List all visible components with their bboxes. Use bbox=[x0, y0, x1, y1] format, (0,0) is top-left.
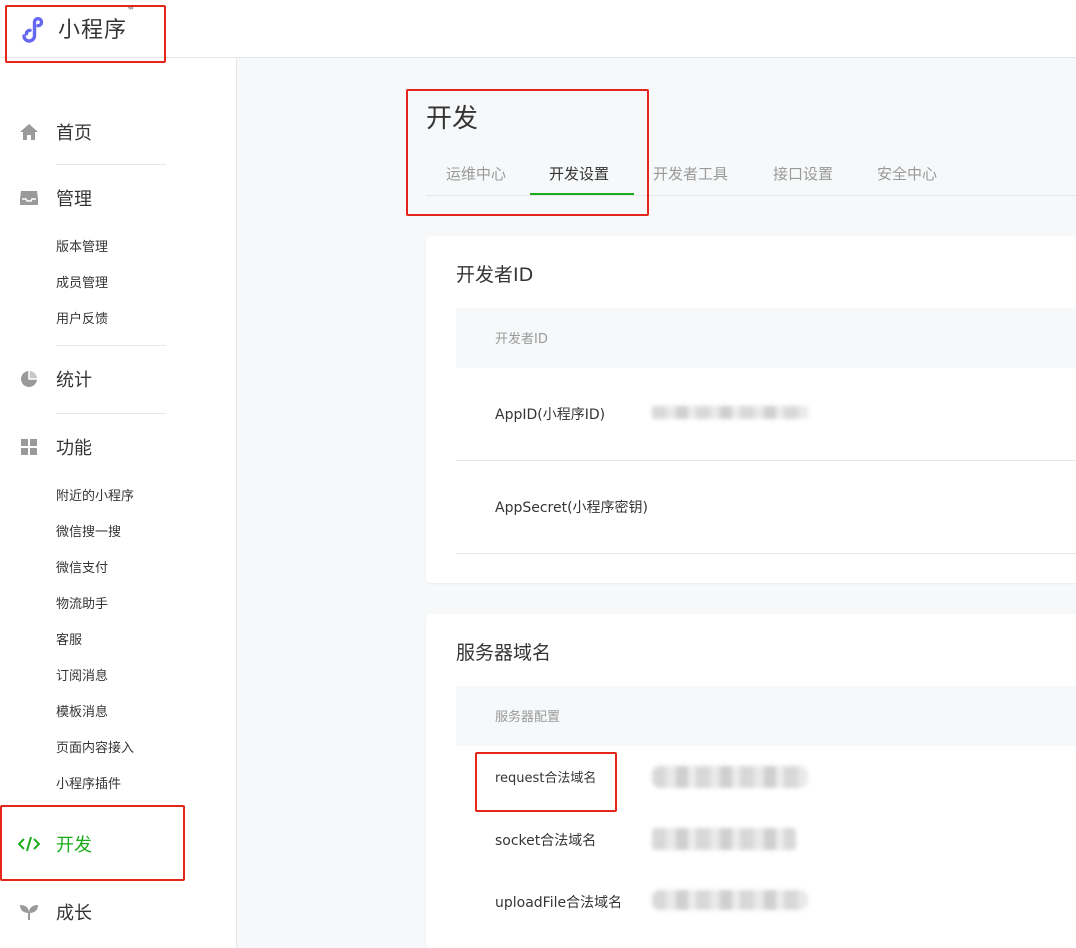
request-domain-label: request合法域名 bbox=[495, 771, 597, 786]
mini-program-logo-icon bbox=[22, 16, 44, 43]
sidebar-item-page-content[interactable]: 页面内容接入 bbox=[56, 739, 134, 759]
socket-domain-label: socket合法域名 bbox=[495, 833, 597, 849]
appsecret-label: AppSecret(小程序密钥) bbox=[495, 500, 649, 516]
sidebar-item-develop[interactable]: 开发 bbox=[0, 818, 237, 870]
sidebar-item-home[interactable]: 首页 bbox=[0, 106, 237, 158]
sidebar: 首页 管理 版本管理 成员管理 用户反馈 统计 功能 附近的小程序 微信搜一搜 … bbox=[0, 58, 237, 948]
tab-security-center[interactable]: 安全中心 bbox=[877, 163, 937, 184]
sidebar-label-features: 功能 bbox=[56, 438, 92, 459]
sidebar-item-version-manage[interactable]: 版本管理 bbox=[56, 238, 108, 258]
top-header: 小程序™ bbox=[0, 0, 1076, 58]
tab-api-settings[interactable]: 接口设置 bbox=[773, 163, 833, 184]
sidebar-item-manage[interactable]: 管理 bbox=[0, 172, 237, 224]
row-divider bbox=[456, 553, 1076, 554]
logo-text: 小程序™ bbox=[58, 6, 137, 43]
developer-id-card: 开发者ID 开发者ID AppID(小程序ID) AppSecret(小程序密钥… bbox=[426, 236, 1076, 583]
sidebar-item-growth[interactable]: 成长 bbox=[0, 886, 237, 938]
row-divider bbox=[456, 460, 1076, 461]
sidebar-item-user-feedback[interactable]: 用户反馈 bbox=[56, 310, 108, 330]
sidebar-item-customer-service[interactable]: 客服 bbox=[56, 631, 82, 651]
uploadfile-domain-label: uploadFile合法域名 bbox=[495, 895, 623, 911]
card-title: 服务器域名 bbox=[456, 642, 552, 664]
appid-label: AppID(小程序ID) bbox=[495, 407, 606, 423]
divider bbox=[56, 413, 166, 414]
request-domain-value-redacted bbox=[652, 766, 808, 788]
table-header: 服务器配置 bbox=[456, 686, 1076, 746]
sidebar-item-wechat-search[interactable]: 微信搜一搜 bbox=[56, 523, 121, 543]
table-header-label: 服务器配置 bbox=[495, 710, 561, 725]
page-title: 开发 bbox=[426, 104, 479, 134]
grid-icon bbox=[18, 437, 40, 457]
active-tab-indicator bbox=[530, 193, 634, 195]
card-title: 开发者ID bbox=[456, 264, 534, 286]
tab-dev-tools[interactable]: 开发者工具 bbox=[653, 163, 728, 184]
tab-ops-center[interactable]: 运维中心 bbox=[446, 163, 506, 184]
sprout-icon bbox=[18, 902, 40, 922]
sidebar-item-member-manage[interactable]: 成员管理 bbox=[56, 274, 108, 294]
sidebar-item-logistics[interactable]: 物流助手 bbox=[56, 595, 108, 615]
sidebar-label-develop: 开发 bbox=[56, 835, 92, 856]
sidebar-item-template-message[interactable]: 模板消息 bbox=[56, 703, 108, 723]
appid-value-redacted bbox=[652, 406, 808, 419]
server-domain-card: 服务器域名 服务器配置 request合法域名 socket合法域名 uploa… bbox=[426, 614, 1076, 948]
table-header: 开发者ID bbox=[456, 308, 1076, 368]
uploadfile-domain-value-redacted bbox=[652, 890, 808, 910]
sidebar-label-manage: 管理 bbox=[56, 189, 92, 210]
home-icon bbox=[18, 122, 40, 142]
divider bbox=[56, 345, 166, 346]
sidebar-item-subscribe-message[interactable]: 订阅消息 bbox=[56, 667, 108, 687]
sidebar-item-nearby-miniprogram[interactable]: 附近的小程序 bbox=[56, 487, 134, 507]
sidebar-item-wechat-pay[interactable]: 微信支付 bbox=[56, 559, 108, 579]
pie-chart-icon bbox=[18, 369, 40, 389]
tab-dev-settings[interactable]: 开发设置 bbox=[549, 163, 609, 184]
socket-domain-value-redacted bbox=[652, 828, 796, 850]
divider bbox=[56, 164, 166, 165]
sidebar-item-stats[interactable]: 统计 bbox=[0, 353, 237, 405]
mini-program-logo[interactable]: 小程序™ bbox=[18, 6, 137, 44]
table-header-label: 开发者ID bbox=[495, 332, 548, 347]
inbox-icon bbox=[18, 188, 40, 208]
sidebar-label-stats: 统计 bbox=[56, 370, 92, 391]
sidebar-item-plugins[interactable]: 小程序插件 bbox=[56, 775, 121, 795]
sidebar-label-growth: 成长 bbox=[56, 903, 92, 924]
sidebar-label-home: 首页 bbox=[56, 123, 92, 144]
code-icon bbox=[18, 834, 40, 854]
tab-bar: 运维中心 开发设置 开发者工具 接口设置 安全中心 bbox=[426, 155, 1076, 196]
sidebar-item-features[interactable]: 功能 bbox=[0, 421, 237, 473]
